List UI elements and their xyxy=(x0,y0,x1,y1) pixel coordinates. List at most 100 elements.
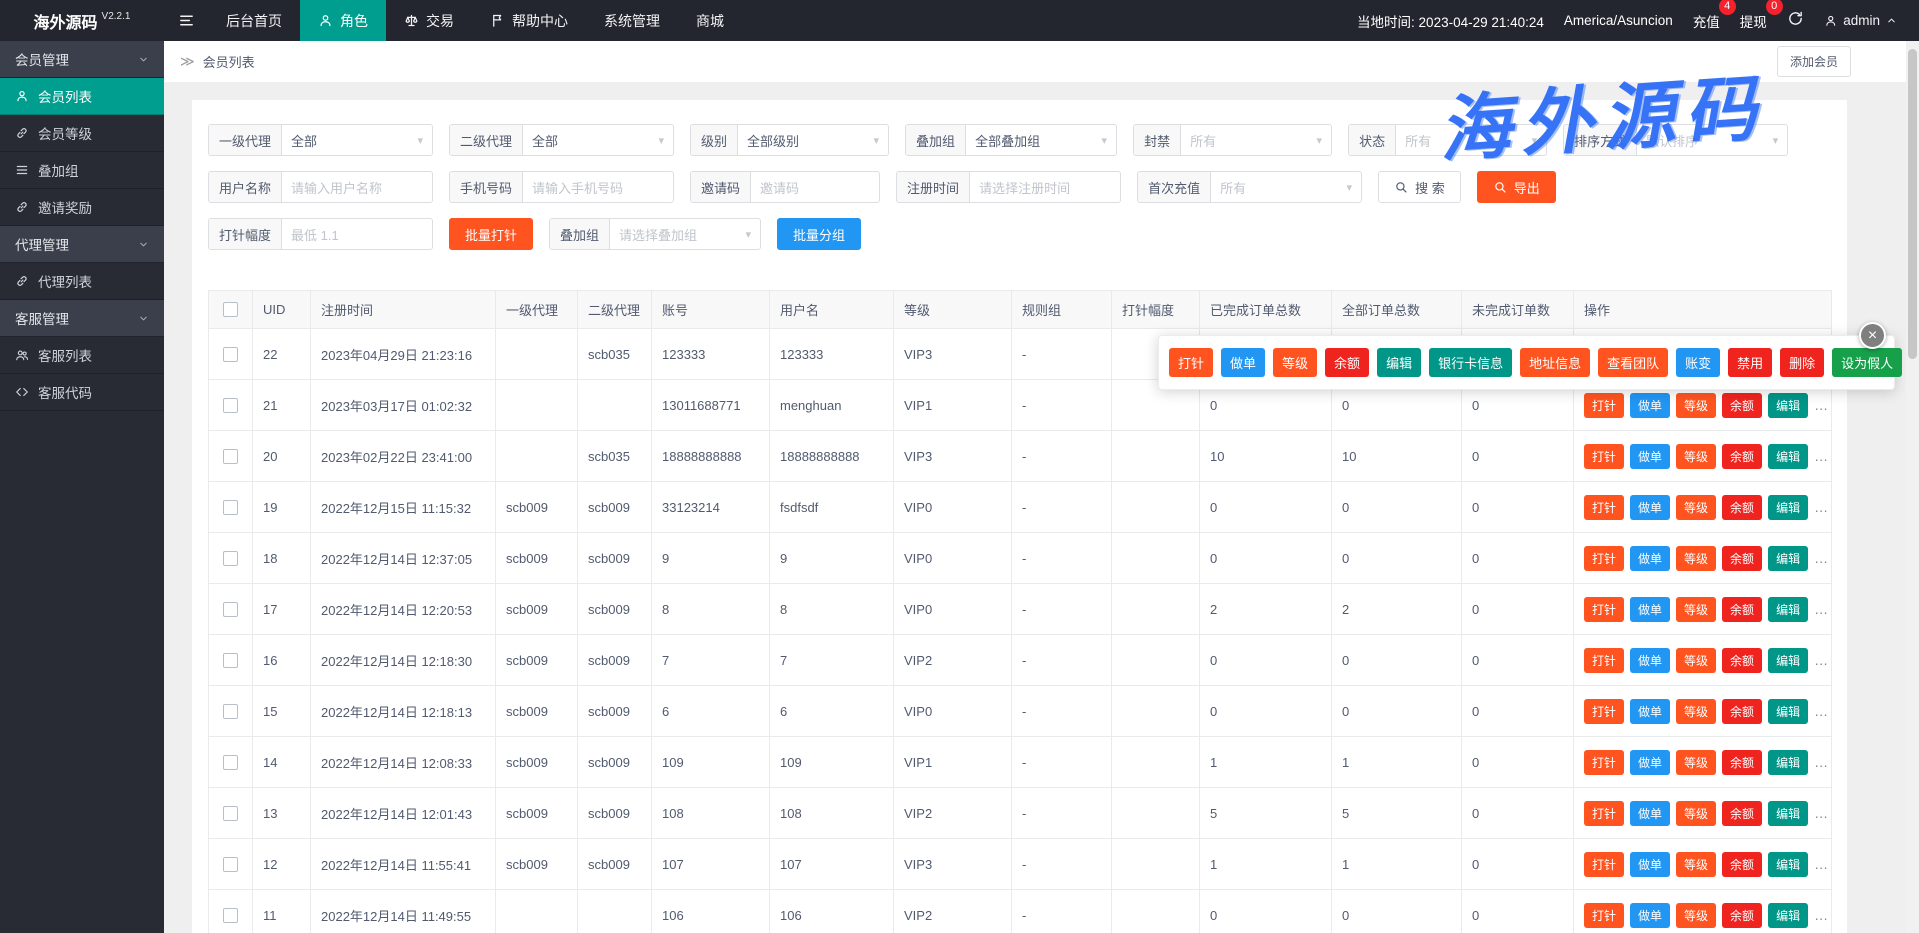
nav-item-trade[interactable]: 交易 xyxy=(386,0,472,41)
row-action-编辑-button[interactable]: 编辑 xyxy=(1768,801,1808,826)
more-actions-button[interactable]: … xyxy=(1814,856,1829,872)
row-checkbox[interactable] xyxy=(223,551,238,566)
row-action-做单-button[interactable]: 做单 xyxy=(1630,801,1670,826)
row-action-打针-button[interactable]: 打针 xyxy=(1584,699,1624,724)
scrollbar-thumb[interactable] xyxy=(1908,49,1917,359)
recharge-link[interactable]: 充值 4 xyxy=(1693,11,1720,31)
row-action-做单-button[interactable]: 做单 xyxy=(1630,903,1670,928)
popup-action-银行卡信息-button[interactable]: 银行卡信息 xyxy=(1429,348,1512,377)
refresh-button[interactable] xyxy=(1787,10,1804,32)
search-button[interactable]: 搜 索 xyxy=(1378,171,1461,203)
row-action-做单-button[interactable]: 做单 xyxy=(1630,852,1670,877)
row-action-等级-button[interactable]: 等级 xyxy=(1676,495,1716,520)
filter-inject-range-input[interactable]: 最低 1.1 xyxy=(282,219,432,249)
filter-sort-select[interactable]: 默认排序▾ xyxy=(1637,125,1787,155)
row-action-余额-button[interactable]: 余额 xyxy=(1722,648,1762,673)
nav-item-mall[interactable]: 商城 xyxy=(678,0,742,41)
batch-inject-button[interactable]: 批量打针 xyxy=(449,218,533,250)
row-action-打针-button[interactable]: 打针 xyxy=(1584,495,1624,520)
sidebar-item-member-list[interactable]: 会员列表 xyxy=(0,78,164,115)
nav-item-dashboard[interactable]: 后台首页 xyxy=(208,0,300,41)
row-action-余额-button[interactable]: 余额 xyxy=(1722,444,1762,469)
row-action-打针-button[interactable]: 打针 xyxy=(1584,597,1624,622)
sidebar-group-member-mgmt[interactable]: 会员管理 xyxy=(0,41,164,78)
popup-action-余额-button[interactable]: 余额 xyxy=(1325,348,1369,377)
more-actions-button[interactable]: … xyxy=(1814,601,1829,617)
row-action-等级-button[interactable]: 等级 xyxy=(1676,750,1716,775)
row-action-打针-button[interactable]: 打针 xyxy=(1584,852,1624,877)
row-action-编辑-button[interactable]: 编辑 xyxy=(1768,393,1808,418)
popup-close-button[interactable]: × xyxy=(1859,322,1886,349)
sidebar-item-invite-reward[interactable]: 邀请奖励 xyxy=(0,189,164,226)
row-action-余额-button[interactable]: 余额 xyxy=(1722,495,1762,520)
row-action-做单-button[interactable]: 做单 xyxy=(1630,495,1670,520)
more-actions-button[interactable]: … xyxy=(1814,499,1829,515)
more-actions-button[interactable]: … xyxy=(1814,550,1829,566)
row-action-等级-button[interactable]: 等级 xyxy=(1676,597,1716,622)
popup-action-等级-button[interactable]: 等级 xyxy=(1273,348,1317,377)
scrollbar[interactable] xyxy=(1906,41,1919,933)
row-checkbox[interactable] xyxy=(223,755,238,770)
row-action-编辑-button[interactable]: 编辑 xyxy=(1768,699,1808,724)
row-action-做单-button[interactable]: 做单 xyxy=(1630,750,1670,775)
popup-action-设为假人-button[interactable]: 设为假人 xyxy=(1832,348,1902,377)
row-action-余额-button[interactable]: 余额 xyxy=(1722,903,1762,928)
filter-agent1-select[interactable]: 全部▾ xyxy=(282,125,432,155)
row-action-打针-button[interactable]: 打针 xyxy=(1584,903,1624,928)
popup-action-删除-button[interactable]: 删除 xyxy=(1780,348,1824,377)
row-action-做单-button[interactable]: 做单 xyxy=(1630,597,1670,622)
popup-action-打针-button[interactable]: 打针 xyxy=(1169,348,1213,377)
row-action-做单-button[interactable]: 做单 xyxy=(1630,444,1670,469)
filter-ban-select[interactable]: 所有▾ xyxy=(1181,125,1331,155)
row-action-做单-button[interactable]: 做单 xyxy=(1630,699,1670,724)
row-action-编辑-button[interactable]: 编辑 xyxy=(1768,852,1808,877)
more-actions-button[interactable]: … xyxy=(1814,754,1829,770)
row-action-等级-button[interactable]: 等级 xyxy=(1676,801,1716,826)
more-actions-button[interactable]: … xyxy=(1814,907,1829,923)
popup-action-禁用-button[interactable]: 禁用 xyxy=(1728,348,1772,377)
row-checkbox[interactable] xyxy=(223,857,238,872)
row-checkbox[interactable] xyxy=(223,398,238,413)
row-action-等级-button[interactable]: 等级 xyxy=(1676,699,1716,724)
row-checkbox[interactable] xyxy=(223,908,238,923)
more-actions-button[interactable]: … xyxy=(1814,805,1829,821)
row-action-编辑-button[interactable]: 编辑 xyxy=(1768,444,1808,469)
row-action-余额-button[interactable]: 余额 xyxy=(1722,597,1762,622)
popup-action-查看团队-button[interactable]: 查看团队 xyxy=(1598,348,1668,377)
row-action-余额-button[interactable]: 余额 xyxy=(1722,546,1762,571)
filter-status-select[interactable]: 所有▾ xyxy=(1396,125,1546,155)
row-action-等级-button[interactable]: 等级 xyxy=(1676,903,1716,928)
sidebar-item-member-level[interactable]: 会员等级 xyxy=(0,115,164,152)
row-action-打针-button[interactable]: 打针 xyxy=(1584,750,1624,775)
row-action-等级-button[interactable]: 等级 xyxy=(1676,648,1716,673)
row-action-编辑-button[interactable]: 编辑 xyxy=(1768,750,1808,775)
row-action-等级-button[interactable]: 等级 xyxy=(1676,852,1716,877)
sidebar-group-agent-mgmt[interactable]: 代理管理 xyxy=(0,226,164,263)
filter-reg-time-input[interactable]: 请选择注册时间 xyxy=(970,172,1120,202)
more-actions-button[interactable]: … xyxy=(1814,448,1829,464)
row-action-编辑-button[interactable]: 编辑 xyxy=(1768,597,1808,622)
batch-group-button[interactable]: 批量分组 xyxy=(777,218,861,250)
popup-action-做单-button[interactable]: 做单 xyxy=(1221,348,1265,377)
row-action-打针-button[interactable]: 打针 xyxy=(1584,648,1624,673)
row-action-打针-button[interactable]: 打针 xyxy=(1584,393,1624,418)
nav-item-roles[interactable]: 角色 xyxy=(300,0,386,41)
row-action-编辑-button[interactable]: 编辑 xyxy=(1768,546,1808,571)
filter-phone-input[interactable]: 请输入手机号码 xyxy=(523,172,673,202)
add-member-button[interactable]: 添加会员 xyxy=(1777,46,1851,77)
row-checkbox[interactable] xyxy=(223,602,238,617)
filter-invite-code-input[interactable]: 邀请码 xyxy=(751,172,879,202)
filter-stack-group-pick-select[interactable]: 请选择叠加组▾ xyxy=(610,219,760,249)
row-action-余额-button[interactable]: 余额 xyxy=(1722,852,1762,877)
user-menu[interactable]: admin xyxy=(1824,13,1897,28)
row-action-余额-button[interactable]: 余额 xyxy=(1722,393,1762,418)
more-actions-button[interactable]: … xyxy=(1814,397,1829,413)
row-action-做单-button[interactable]: 做单 xyxy=(1630,393,1670,418)
withdraw-link[interactable]: 提现 0 xyxy=(1740,11,1767,31)
row-action-等级-button[interactable]: 等级 xyxy=(1676,393,1716,418)
nav-item-help-center[interactable]: 帮助中心 xyxy=(472,0,586,41)
row-action-余额-button[interactable]: 余额 xyxy=(1722,699,1762,724)
row-action-编辑-button[interactable]: 编辑 xyxy=(1768,648,1808,673)
filter-level-select[interactable]: 全部级别▾ xyxy=(738,125,888,155)
filter-agent2-select[interactable]: 全部▾ xyxy=(523,125,673,155)
